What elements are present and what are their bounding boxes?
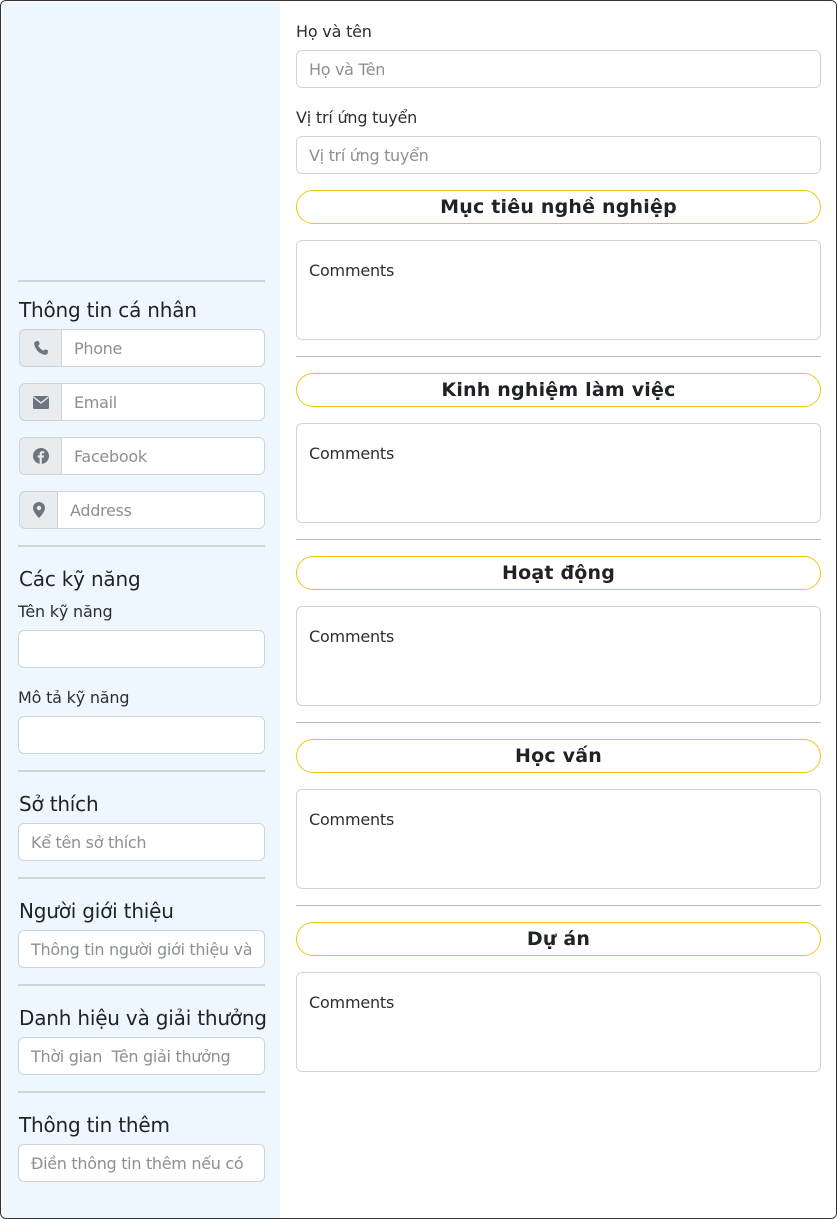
extra-info-title: Thông tin thêm [19, 1113, 170, 1137]
skill-desc-input[interactable] [18, 716, 265, 754]
hobbies-title: Sở thích [19, 792, 99, 816]
facebook-group: Facebook [19, 437, 265, 475]
skill-name-input[interactable] [18, 630, 265, 668]
awards-input[interactable]: Thời gian Tên giải thưởng [18, 1037, 265, 1075]
section-title-activities[interactable]: Hoạt động [296, 556, 821, 590]
hobbies-placeholder: Kể tên sở thích [31, 832, 147, 852]
address-group: Address [19, 491, 265, 529]
phone-icon [19, 329, 61, 367]
position-label: Vị trí ứng tuyển [296, 108, 418, 127]
divider [296, 905, 821, 906]
divider [296, 722, 821, 723]
skills-title: Các kỹ năng [19, 567, 141, 591]
extra-info-placeholder: Điền thông tin thêm nếu có [31, 1153, 244, 1173]
divider [18, 770, 265, 772]
section-title-projects[interactable]: Dự án [296, 922, 821, 956]
divider [18, 545, 265, 547]
comments-education[interactable]: Comments [296, 789, 821, 889]
fullname-input[interactable]: Họ và Tên [296, 50, 821, 88]
referrer-title: Người giới thiệu [19, 899, 174, 923]
section-title-career-goal[interactable]: Mục tiêu nghề nghiệp [296, 190, 821, 224]
map-marker-icon [19, 491, 57, 529]
section-title-education[interactable]: Học vấn [296, 739, 821, 773]
awards-title: Danh hiệu và giải thưởng [19, 1006, 267, 1030]
divider [296, 356, 821, 357]
envelope-icon [19, 383, 61, 421]
referrer-placeholder: Thông tin người giới thiệu và t [31, 939, 252, 959]
comments-activities[interactable]: Comments [296, 606, 821, 706]
sidebar: Thông tin cá nhân Phone Email Facebook A… [2, 2, 280, 1218]
fullname-label: Họ và tên [296, 22, 372, 41]
divider [18, 877, 265, 879]
hobbies-input[interactable]: Kể tên sở thích [18, 823, 265, 861]
email-group: Email [19, 383, 265, 421]
section-title-work-experience[interactable]: Kinh nghiệm làm việc [296, 373, 821, 407]
divider [18, 280, 265, 282]
fullname-placeholder: Họ và Tên [309, 59, 386, 79]
divider [18, 984, 265, 986]
main-content: Họ và tên Họ và Tên Vị trí ứng tuyển Vị … [280, 2, 836, 1218]
skill-name-label: Tên kỹ năng [18, 602, 113, 621]
comments-career-goal[interactable]: Comments [296, 240, 821, 340]
cv-editor: Thông tin cá nhân Phone Email Facebook A… [0, 0, 837, 1219]
comments-work-experience[interactable]: Comments [296, 423, 821, 523]
phone-input[interactable]: Phone [61, 329, 265, 367]
skill-desc-label: Mô tả kỹ năng [18, 688, 130, 707]
phone-group: Phone [19, 329, 265, 367]
email-input[interactable]: Email [61, 383, 265, 421]
facebook-icon [19, 437, 61, 475]
divider [18, 1091, 265, 1093]
awards-placeholder: Thời gian Tên giải thưởng [31, 1046, 231, 1066]
referrer-input[interactable]: Thông tin người giới thiệu và t [18, 930, 265, 968]
address-input[interactable]: Address [57, 491, 265, 529]
comments-projects[interactable]: Comments [296, 972, 821, 1072]
divider [296, 539, 821, 540]
position-placeholder: Vị trí ứng tuyển [309, 145, 429, 165]
personal-info-title: Thông tin cá nhân [19, 298, 197, 322]
facebook-input[interactable]: Facebook [61, 437, 265, 475]
extra-info-input[interactable]: Điền thông tin thêm nếu có [18, 1144, 265, 1182]
position-input[interactable]: Vị trí ứng tuyển [296, 136, 821, 174]
